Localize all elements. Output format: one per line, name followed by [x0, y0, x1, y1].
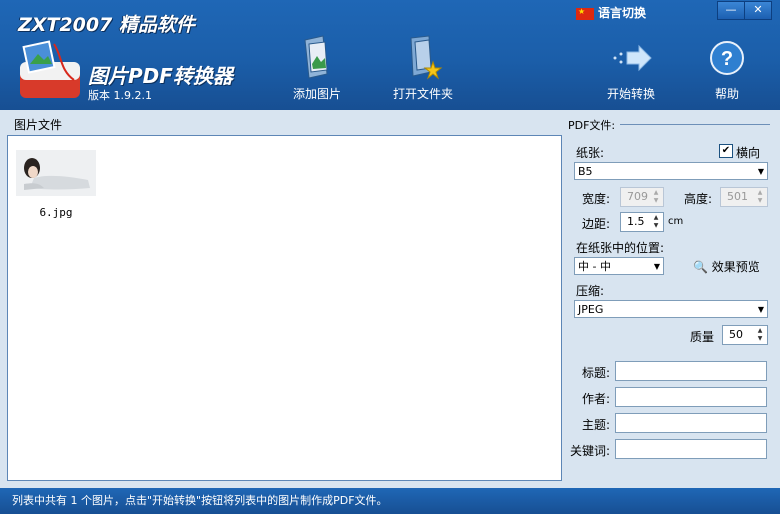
header-bar: ZXT2007 精品软件 图片PDF转换器 版本 1.9.2.1 添加图片 打开…: [0, 0, 780, 110]
chevron-down-icon: ▼: [757, 305, 764, 314]
height-value: 501: [727, 190, 748, 203]
width-stepper[interactable]: 709 ▲ ▼: [620, 187, 664, 207]
language-label: 语言切换: [598, 6, 647, 20]
meta-subject-label: 主题:: [582, 418, 611, 432]
add-images-icon: [304, 35, 328, 79]
app-window: ZXT2007 精品软件 图片PDF转换器 版本 1.9.2.1 添加图片 打开…: [0, 0, 780, 514]
compress-select[interactable]: JPEG ▼: [574, 300, 768, 318]
minimize-button[interactable]: —: [717, 1, 745, 20]
quality-label: 质量: [690, 330, 715, 344]
landscape-label: 横向: [736, 146, 761, 160]
magnifier-icon: 🔍: [693, 260, 708, 274]
position-label: 在纸张中的位置:: [576, 241, 665, 255]
spin-arrows-icon: ▲ ▼: [653, 214, 659, 229]
meta-title-label: 标题:: [582, 366, 611, 380]
svg-text:?: ?: [721, 48, 733, 70]
close-button[interactable]: ✕: [744, 1, 772, 20]
arrow-right-icon: [613, 44, 652, 72]
position-value: 中 - 中: [578, 260, 611, 273]
meta-author-label: 作者:: [582, 392, 611, 406]
language-switch[interactable]: 语言切换: [576, 4, 646, 22]
file-name: 6.jpg: [39, 206, 73, 219]
width-value: 709: [627, 190, 648, 203]
start-convert-label: 开始转换: [606, 87, 655, 101]
paper-size-value: B5: [578, 165, 593, 178]
help-label: 帮助: [714, 87, 739, 101]
version-label: 版本 1.9.2.1: [88, 89, 152, 102]
image-file-list[interactable]: 6.jpg: [7, 135, 562, 481]
meta-title-input[interactable]: [615, 361, 767, 381]
preview-label: 效果预览: [711, 260, 760, 274]
spin-arrows-icon: ▲ ▼: [653, 189, 659, 204]
margin-value: 1.5: [627, 215, 645, 228]
meta-keywords-label: 关键词:: [570, 444, 611, 458]
image-files-title: 图片文件: [14, 118, 63, 132]
compress-value: JPEG: [578, 303, 604, 316]
position-select[interactable]: 中 - 中 ▼: [574, 257, 664, 275]
preview-button[interactable]: 🔍 效果预览: [693, 258, 760, 275]
chevron-down-icon: ▼: [757, 167, 764, 176]
quality-value: 50: [729, 328, 743, 341]
open-folder-button[interactable]: 打开文件夹: [378, 34, 468, 106]
chevron-down-icon: ▼: [653, 262, 660, 271]
open-folder-label: 打开文件夹: [392, 87, 453, 101]
paper-size-select[interactable]: B5 ▼: [574, 162, 768, 180]
margin-unit: cm: [668, 216, 684, 227]
meta-keywords-input[interactable]: [615, 439, 767, 459]
status-bar: 列表中共有 1 个图片，点击"开始转换"按钮将列表中的图片制作成PDF文件。: [0, 488, 780, 514]
divider: [620, 124, 770, 125]
china-flag-icon: [576, 7, 594, 20]
width-label: 宽度:: [582, 192, 611, 206]
window-controls: — ✕: [717, 1, 772, 20]
add-images-button[interactable]: 添加图片: [272, 34, 362, 106]
product-name: 图片PDF转换器: [88, 64, 233, 88]
meta-author-input[interactable]: [615, 387, 767, 407]
quality-stepper[interactable]: 50 ▲ ▼: [722, 325, 768, 345]
paper-label: 纸张:: [576, 146, 605, 160]
pdf-settings-title: PDF文件:: [568, 119, 616, 132]
help-button[interactable]: ? 帮助: [682, 34, 772, 106]
file-thumbnail[interactable]: [16, 150, 96, 196]
height-label: 高度:: [684, 192, 713, 206]
height-stepper[interactable]: 501 ▲ ▼: [720, 187, 768, 207]
app-logo-icon: [18, 40, 82, 102]
open-folder-icon: [410, 35, 443, 80]
brand-title: ZXT2007 精品软件: [18, 14, 195, 36]
spin-arrows-icon: ▲ ▼: [757, 189, 763, 204]
spin-arrows-icon: ▲ ▼: [757, 327, 763, 342]
margin-label: 边距:: [582, 217, 611, 231]
landscape-checkbox[interactable]: ✔: [719, 144, 733, 158]
help-icon: ?: [710, 41, 744, 75]
meta-subject-input[interactable]: [615, 413, 767, 433]
pdf-settings-panel: PDF文件: 纸张: ✔ 横向 B5 ▼ 宽度: 709 ▲ ▼ 高度: 501 …: [566, 110, 776, 488]
start-convert-button[interactable]: 开始转换: [586, 34, 676, 106]
add-images-label: 添加图片: [292, 87, 341, 101]
compress-label: 压缩:: [576, 284, 605, 298]
margin-stepper[interactable]: 1.5 ▲ ▼: [620, 212, 664, 232]
